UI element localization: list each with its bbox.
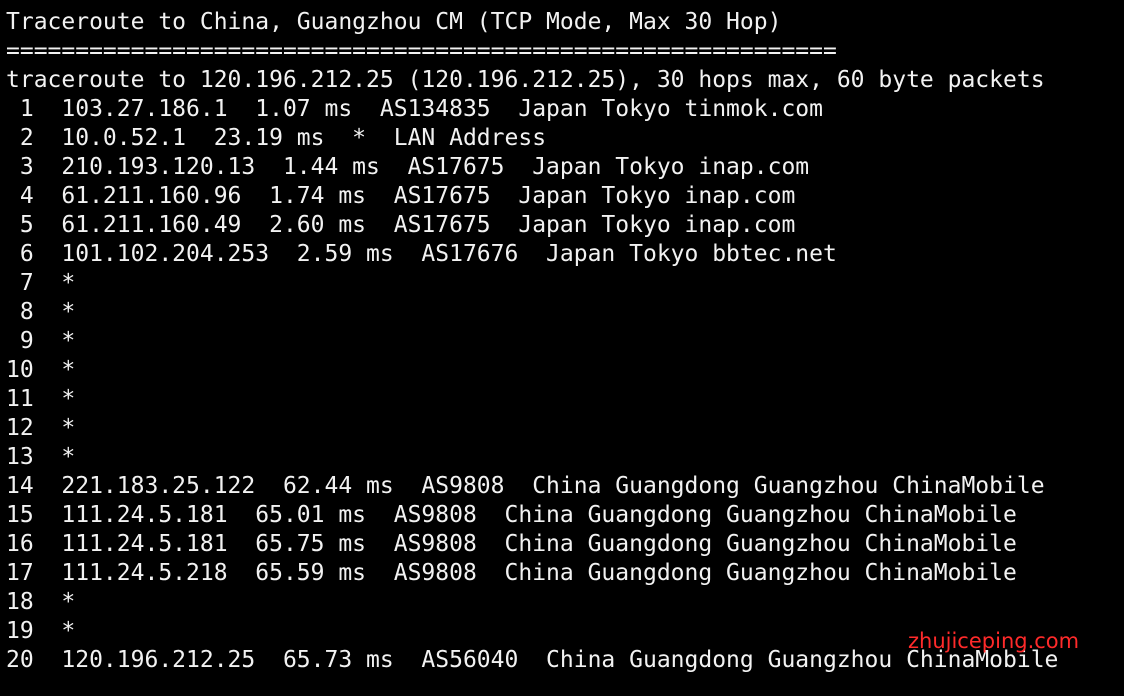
hop-line-4: 4 61.211.160.96 1.74 ms AS17675 Japan To… bbox=[6, 183, 796, 209]
hop-line-10: 10 * bbox=[6, 357, 76, 383]
hop-line-16: 16 111.24.5.181 65.75 ms AS9808 China Gu… bbox=[6, 531, 1017, 557]
separator-line: ========================================… bbox=[6, 38, 837, 64]
traceroute-command-line: traceroute to 120.196.212.25 (120.196.21… bbox=[6, 67, 1045, 93]
hop-line-7: 7 * bbox=[6, 270, 76, 296]
hop-line-18: 18 * bbox=[6, 589, 76, 615]
hop-line-11: 11 * bbox=[6, 386, 76, 412]
hop-line-6: 6 101.102.204.253 2.59 ms AS17676 Japan … bbox=[6, 241, 837, 267]
hop-line-12: 12 * bbox=[6, 415, 76, 441]
hop-line-8: 8 * bbox=[6, 299, 76, 325]
hop-line-2: 2 10.0.52.1 23.19 ms * LAN Address bbox=[6, 125, 547, 151]
terminal-title-line: Traceroute to China, Guangzhou CM (TCP M… bbox=[6, 9, 782, 35]
hop-line-5: 5 61.211.160.49 2.60 ms AS17675 Japan To… bbox=[6, 212, 796, 238]
hop-line-3: 3 210.193.120.13 1.44 ms AS17675 Japan T… bbox=[6, 154, 810, 180]
hop-line-9: 9 * bbox=[6, 328, 76, 354]
hop-line-15: 15 111.24.5.181 65.01 ms AS9808 China Gu… bbox=[6, 502, 1017, 528]
hop-line-1: 1 103.27.186.1 1.07 ms AS134835 Japan To… bbox=[6, 96, 823, 122]
hop-line-13: 13 * bbox=[6, 444, 76, 470]
hop-line-17: 17 111.24.5.218 65.59 ms AS9808 China Gu… bbox=[6, 560, 1017, 586]
terminal-window[interactable]: Traceroute to China, Guangzhou CM (TCP M… bbox=[0, 0, 1124, 696]
hop-line-14: 14 221.183.25.122 62.44 ms AS9808 China … bbox=[6, 473, 1045, 499]
watermark-text: zhujiceping.com bbox=[908, 629, 1080, 653]
